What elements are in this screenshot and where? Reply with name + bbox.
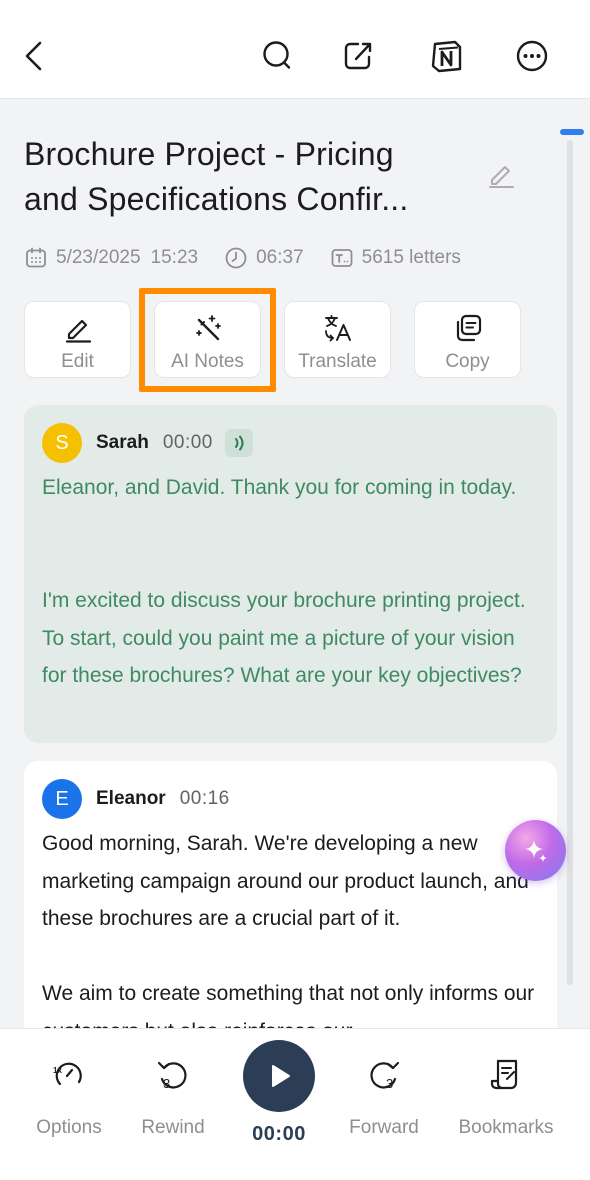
more-horizontal-icon bbox=[516, 40, 548, 72]
forward-button[interactable]: 3 Forward bbox=[329, 1057, 439, 1139]
playback-time: 00:00 bbox=[252, 1123, 306, 1145]
avatar: S bbox=[42, 423, 82, 463]
meta-date-text: 5/23/2025 bbox=[56, 247, 141, 268]
rewind-icon: 3 bbox=[157, 1061, 187, 1091]
copy-icon bbox=[456, 314, 481, 342]
forward-icon: 3 bbox=[370, 1061, 400, 1091]
ai-notes-button[interactable]: AI Notes bbox=[154, 301, 261, 378]
sparkle-icon bbox=[524, 839, 547, 862]
transcript-paragraph[interactable]: Eleanor, and David. Thank you for coming… bbox=[42, 469, 542, 507]
more-options-button[interactable] bbox=[512, 36, 552, 76]
top-bar bbox=[0, 0, 590, 99]
forward-label: Forward bbox=[349, 1117, 419, 1138]
ai-assistant-button[interactable] bbox=[505, 820, 566, 881]
translate-button-label: Translate bbox=[298, 351, 377, 372]
clock-icon bbox=[225, 247, 247, 269]
edit-button[interactable]: Edit bbox=[24, 301, 131, 378]
meta-duration: 06:37 bbox=[224, 246, 304, 270]
search-icon bbox=[263, 41, 291, 69]
speaker-timestamp[interactable]: 00:00 bbox=[163, 432, 213, 454]
play-control: 00:00 bbox=[243, 1040, 315, 1146]
speaker-header: S Sarah 00:00 bbox=[42, 423, 253, 463]
title-line-1: Brochure Project - Pricing bbox=[24, 136, 394, 172]
meta-date: 5/23/2025 15:23 bbox=[24, 246, 198, 270]
playback-speed-icon: 1x bbox=[53, 1062, 82, 1086]
transcript-entry[interactable]: E Eleanor 00:16 Good morning, Sarah. We'… bbox=[24, 761, 557, 1061]
playback-bar: 1x Options 3 Rewind 00:00 3 Forward Book… bbox=[0, 1028, 590, 1180]
notion-button[interactable] bbox=[426, 36, 466, 76]
forward-seconds: 3 bbox=[386, 1076, 393, 1091]
edit-button-label: Edit bbox=[61, 351, 94, 372]
back-button[interactable] bbox=[14, 36, 54, 76]
now-playing-badge bbox=[224, 429, 253, 457]
bookmarks-button[interactable]: Bookmarks bbox=[451, 1057, 561, 1139]
play-icon bbox=[272, 1065, 290, 1087]
avatar: E bbox=[42, 779, 82, 819]
page-title: Brochure Project - Pricing and Specifica… bbox=[24, 132, 464, 222]
notion-icon bbox=[431, 40, 462, 73]
rewind-seconds: 3 bbox=[163, 1076, 170, 1091]
scrollbar-thumb[interactable] bbox=[560, 129, 584, 135]
text-count-icon bbox=[331, 249, 353, 267]
scrollbar-track[interactable] bbox=[567, 140, 573, 985]
speaker-header: E Eleanor 00:16 bbox=[42, 779, 230, 819]
meta-time-text: 15:23 bbox=[150, 247, 199, 268]
rewind-label: Rewind bbox=[141, 1117, 205, 1138]
transcript-paragraph[interactable]: Good morning, Sarah. We're developing a … bbox=[42, 825, 542, 938]
transcript-entry-active[interactable]: S Sarah 00:00 Eleanor, and David. Thank … bbox=[24, 405, 557, 743]
meta-letters: 5615 letters bbox=[330, 246, 461, 270]
speed-value: 1x bbox=[53, 1066, 62, 1075]
recording-meta: 5/23/2025 15:23 06:37 5615 letters bbox=[24, 245, 487, 271]
options-button[interactable]: 1x Options bbox=[14, 1057, 124, 1139]
options-label: Options bbox=[36, 1117, 102, 1138]
ai-notes-button-label: AI Notes bbox=[171, 351, 244, 372]
back-chevron-icon bbox=[25, 41, 42, 71]
bookmark-scroll-icon bbox=[490, 1059, 518, 1090]
rewind-button[interactable]: 3 Rewind bbox=[118, 1057, 228, 1139]
transcript-paragraph[interactable]: I'm excited to discuss your brochure pri… bbox=[42, 582, 542, 695]
speaker-name[interactable]: Sarah bbox=[96, 432, 149, 454]
calendar-icon bbox=[26, 247, 46, 268]
translate-icon bbox=[324, 315, 351, 342]
copy-button[interactable]: Copy bbox=[414, 301, 521, 378]
pencil-icon bbox=[489, 166, 514, 188]
meta-duration-text: 06:37 bbox=[256, 247, 304, 268]
edit-title-button[interactable] bbox=[483, 156, 519, 192]
share-button[interactable] bbox=[338, 36, 378, 76]
meta-letters-text: 5615 letters bbox=[361, 247, 461, 268]
audio-wave-icon bbox=[234, 435, 244, 451]
speaker-timestamp[interactable]: 00:16 bbox=[180, 788, 230, 810]
play-button[interactable] bbox=[243, 1040, 315, 1112]
speaker-name[interactable]: Eleanor bbox=[96, 788, 166, 810]
bookmarks-label: Bookmarks bbox=[458, 1117, 554, 1138]
share-export-icon bbox=[344, 42, 372, 70]
magic-wand-icon bbox=[195, 315, 221, 341]
search-button[interactable] bbox=[258, 36, 298, 76]
title-line-2: and Specifications Confir... bbox=[24, 181, 409, 217]
pencil-icon bbox=[65, 319, 91, 343]
translate-button[interactable]: Translate bbox=[284, 301, 391, 378]
copy-button-label: Copy bbox=[445, 351, 490, 372]
